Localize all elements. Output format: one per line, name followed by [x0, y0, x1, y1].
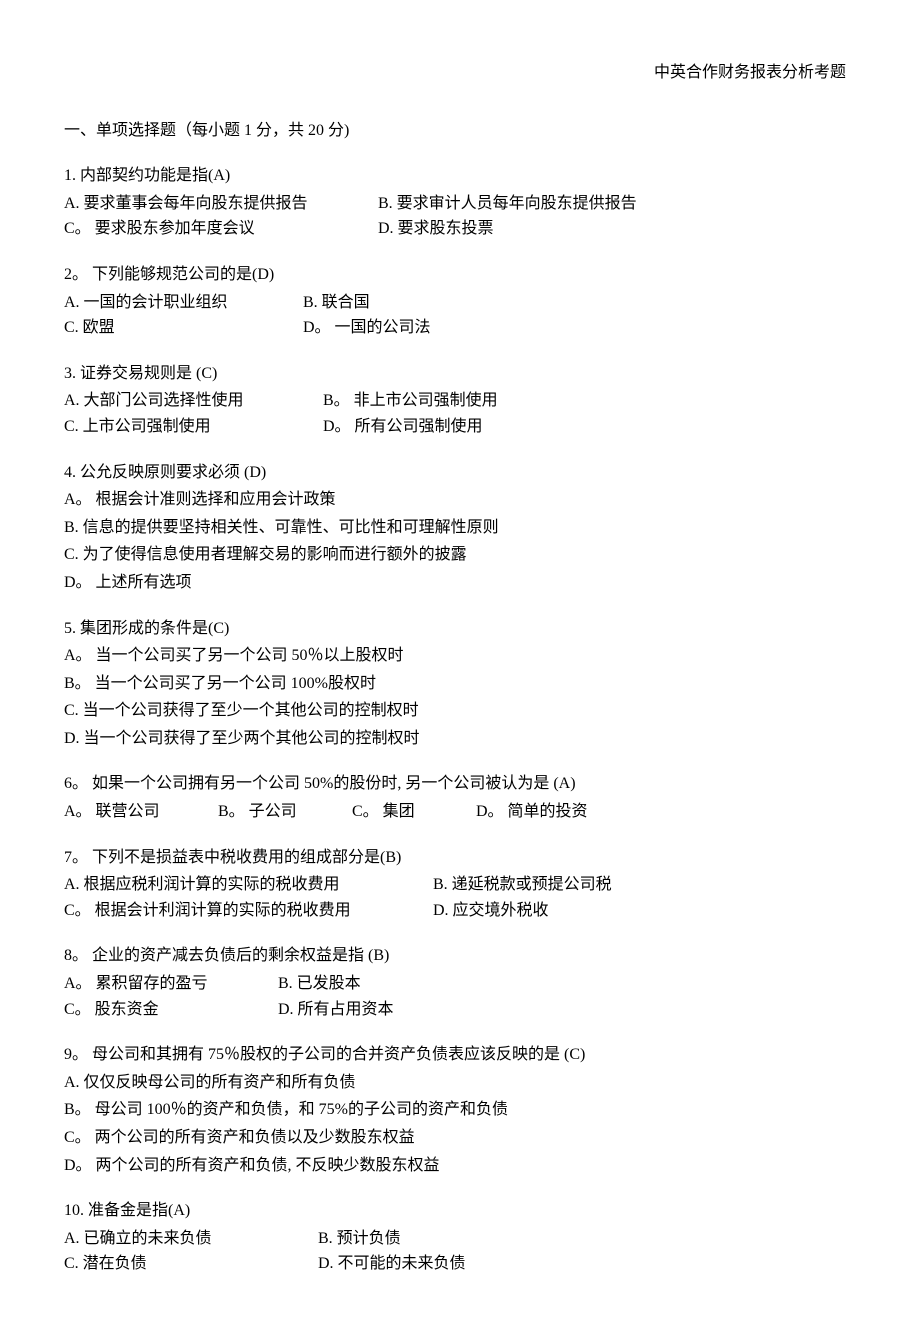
option-b: B. 信息的提供要坚持相关性、可靠性、可比性和可理解性原则 — [64, 515, 856, 541]
section-title-text: 一、单项选择题（每小题 1 分，共 20 分) — [64, 122, 349, 139]
question-stem: 5. 集团形成的条件是(C) — [64, 616, 856, 642]
option-c: C。 根据会计利润计算的实际的税收费用 — [64, 898, 429, 924]
question-7: 7。 下列不是损益表中税收费用的组成部分是(B) A. 根据应税利润计算的实际的… — [64, 845, 856, 924]
option-b: B。 母公司 100％的资产和负债，和 75%的子公司的资产和负债 — [64, 1097, 856, 1123]
question-5: 5. 集团形成的条件是(C) A。 当一个公司买了另一个公司 50％以上股权时 … — [64, 616, 856, 752]
option-c: C. 上市公司强制使用 — [64, 414, 319, 440]
question-stem: 3. 证券交易规则是 (C) — [64, 361, 856, 387]
option-row: C. 欧盟 D。 一国的公司法 — [64, 315, 856, 341]
question-stem: 8。 企业的资产减去负债后的剩余权益是指 (B) — [64, 943, 856, 969]
option-c: C。 要求股东参加年度会议 — [64, 216, 374, 242]
option-row: A. 大部门公司选择性使用 B。 非上市公司强制使用 — [64, 388, 856, 414]
option-row: A. 根据应税利润计算的实际的税收费用 B. 递延税款或预提公司税 — [64, 872, 856, 898]
header-title: 中英合作财务报表分析考题 — [654, 64, 846, 81]
option-b: B. 递延税款或预提公司税 — [433, 872, 612, 898]
option-row: C. 潜在负债 D. 不可能的未来负债 — [64, 1251, 856, 1277]
option-d: D。 一国的公司法 — [303, 315, 431, 341]
option-row: A。 累积留存的盈亏 B. 已发股本 — [64, 971, 856, 997]
option-c: C. 欧盟 — [64, 315, 299, 341]
question-stem: 7。 下列不是损益表中税收费用的组成部分是(B) — [64, 845, 856, 871]
option-c: C。 两个公司的所有资产和负债以及少数股东权益 — [64, 1125, 856, 1151]
option-a: A. 一国的会计职业组织 — [64, 290, 299, 316]
option-c: C. 为了使得信息使用者理解交易的影响而进行额外的披露 — [64, 542, 856, 568]
option-b: B。 当一个公司买了另一个公司 100%股权时 — [64, 671, 856, 697]
option-row: A. 要求董事会每年向股东提供报告 B. 要求审计人员每年向股东提供报告 — [64, 191, 856, 217]
question-stem: 6。 如果一个公司拥有另一个公司 50%的股份时, 另一个公司被认为是 (A) — [64, 771, 856, 797]
question-9: 9。 母公司和其拥有 75％股权的子公司的合并资产负债表应该反映的是 (C) A… — [64, 1042, 856, 1178]
option-d: D。 两个公司的所有资产和负债, 不反映少数股东权益 — [64, 1153, 856, 1179]
question-stem: 9。 母公司和其拥有 75％股权的子公司的合并资产负债表应该反映的是 (C) — [64, 1042, 856, 1068]
option-d: D. 要求股东投票 — [378, 216, 494, 242]
option-a: A. 仅仅反映母公司的所有资产和所有负债 — [64, 1070, 856, 1096]
option-row: A. 已确立的未来负债 B. 预计负债 — [64, 1226, 856, 1252]
option-a: A。 累积留存的盈亏 — [64, 971, 274, 997]
section-title: 一、单项选择题（每小题 1 分，共 20 分) — [64, 118, 856, 144]
option-d: D. 应交境外税收 — [433, 898, 549, 924]
option-d: D。 所有公司强制使用 — [323, 414, 483, 440]
option-a: A. 大部门公司选择性使用 — [64, 388, 319, 414]
option-row: A。 联营公司 B。 子公司 C。 集团 D。 简单的投资 — [64, 799, 856, 825]
option-b: B. 已发股本 — [278, 971, 361, 997]
option-a: A. 已确立的未来负债 — [64, 1226, 314, 1252]
option-row: C. 上市公司强制使用 D。 所有公司强制使用 — [64, 414, 856, 440]
option-d: D。 简单的投资 — [476, 799, 588, 825]
option-a: A。 联营公司 — [64, 799, 214, 825]
question-10: 10. 准备金是指(A) A. 已确立的未来负债 B. 预计负债 C. 潜在负债… — [64, 1198, 856, 1277]
option-row: C。 股东资金 D. 所有占用资本 — [64, 997, 856, 1023]
question-1: 1. 内部契约功能是指(A) A. 要求董事会每年向股东提供报告 B. 要求审计… — [64, 163, 856, 242]
option-d: D. 不可能的未来负债 — [318, 1251, 466, 1277]
question-stem: 4. 公允反映原则要求必须 (D) — [64, 460, 856, 486]
option-b: B. 联合国 — [303, 290, 370, 316]
option-d: D. 所有占用资本 — [278, 997, 394, 1023]
question-8: 8。 企业的资产减去负债后的剩余权益是指 (B) A。 累积留存的盈亏 B. 已… — [64, 943, 856, 1022]
question-stem: 1. 内部契约功能是指(A) — [64, 163, 856, 189]
option-a: A。 当一个公司买了另一个公司 50％以上股权时 — [64, 643, 856, 669]
option-b: B. 预计负债 — [318, 1226, 401, 1252]
option-c: C。 集团 — [352, 799, 472, 825]
question-6: 6。 如果一个公司拥有另一个公司 50%的股份时, 另一个公司被认为是 (A) … — [64, 771, 856, 824]
question-2: 2。 下列能够规范公司的是(D) A. 一国的会计职业组织 B. 联合国 C. … — [64, 262, 856, 341]
option-row: A. 一国的会计职业组织 B. 联合国 — [64, 290, 856, 316]
option-row: C。 根据会计利润计算的实际的税收费用 D. 应交境外税收 — [64, 898, 856, 924]
option-a: A。 根据会计准则选择和应用会计政策 — [64, 487, 856, 513]
option-c: C. 潜在负债 — [64, 1251, 314, 1277]
option-b: B。 非上市公司强制使用 — [323, 388, 498, 414]
question-4: 4. 公允反映原则要求必须 (D) A。 根据会计准则选择和应用会计政策 B. … — [64, 460, 856, 596]
question-stem: 10. 准备金是指(A) — [64, 1198, 856, 1224]
option-c: C。 股东资金 — [64, 997, 274, 1023]
question-stem: 2。 下列能够规范公司的是(D) — [64, 262, 856, 288]
option-b: B. 要求审计人员每年向股东提供报告 — [378, 191, 637, 217]
question-3: 3. 证券交易规则是 (C) A. 大部门公司选择性使用 B。 非上市公司强制使… — [64, 361, 856, 440]
option-d: D。 上述所有选项 — [64, 570, 856, 596]
option-c: C. 当一个公司获得了至少一个其他公司的控制权时 — [64, 698, 856, 724]
option-d: D. 当一个公司获得了至少两个其他公司的控制权时 — [64, 726, 856, 752]
option-row: C。 要求股东参加年度会议 D. 要求股东投票 — [64, 216, 856, 242]
option-b: B。 子公司 — [218, 799, 348, 825]
page-header: 中英合作财务报表分析考题 — [64, 60, 856, 86]
option-a: A. 要求董事会每年向股东提供报告 — [64, 191, 374, 217]
option-a: A. 根据应税利润计算的实际的税收费用 — [64, 872, 429, 898]
